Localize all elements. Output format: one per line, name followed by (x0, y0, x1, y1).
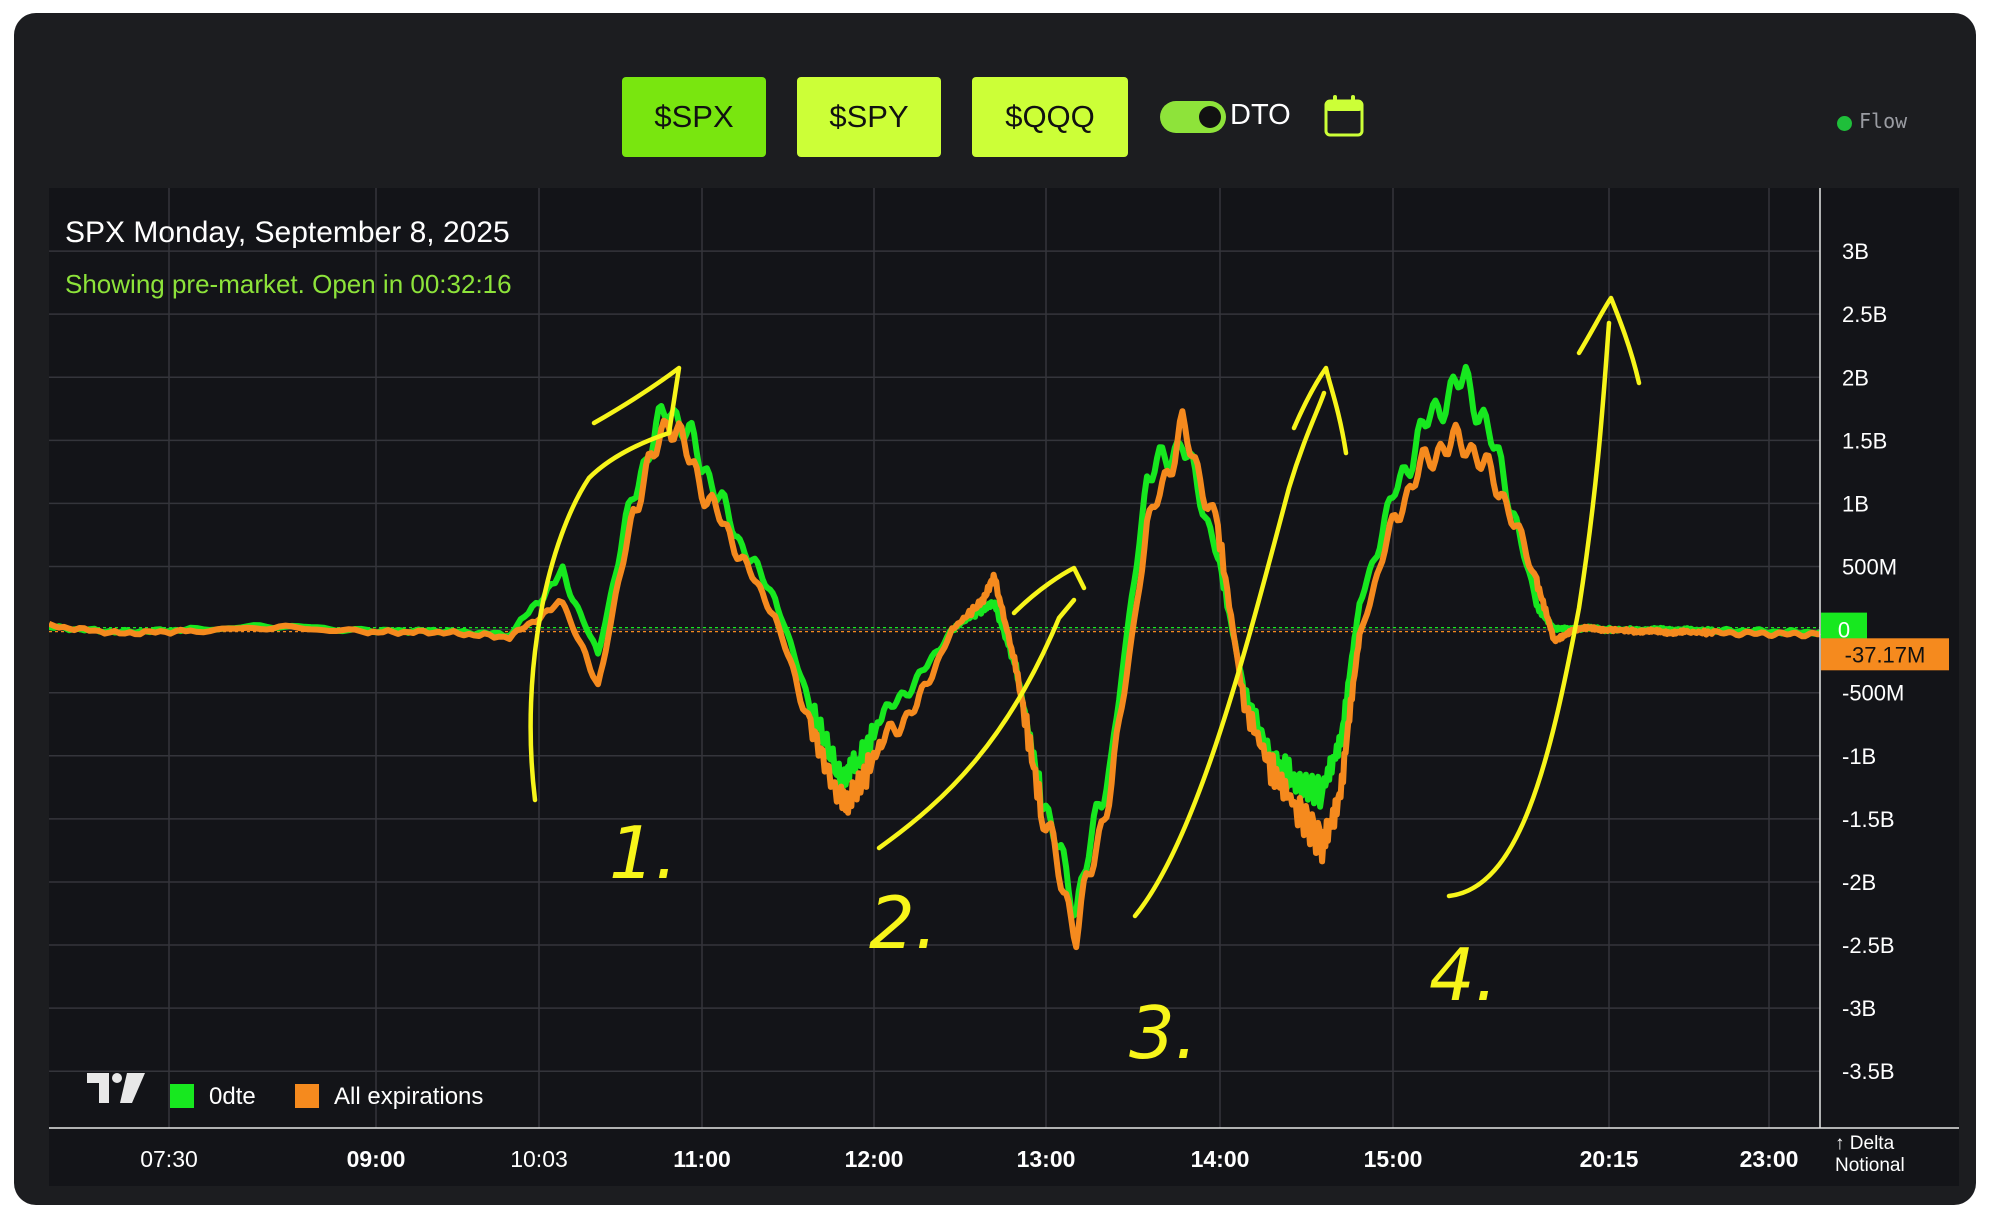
annotation-label-3: 3. (1129, 991, 1198, 1075)
legend-swatch-all-expirations (295, 1084, 319, 1108)
y-tick-label: 1.5B (1842, 428, 1887, 453)
y-tick-label: 500M (1842, 555, 1897, 580)
x-tick-label: 11:00 (673, 1146, 731, 1172)
y-tick-label: 2.5B (1842, 302, 1887, 327)
y-tick-label: 3B (1842, 239, 1869, 264)
spy-button[interactable]: $SPY (797, 77, 941, 157)
annotation-label-2: 2. (869, 881, 938, 965)
y-tick-label: -3.5B (1842, 1059, 1895, 1084)
x-tick-label: 10:03 (510, 1146, 568, 1172)
x-tick-label: 23:00 (1740, 1146, 1799, 1172)
chart-title: SPX Monday, September 8, 2025 (65, 216, 510, 249)
x-tick-label: 12:00 (845, 1146, 904, 1172)
y-tick-label: -1B (1842, 744, 1876, 769)
axis-label-line-1: ↑ Delta (1835, 1133, 1895, 1154)
dto-label: DTO (1230, 99, 1291, 131)
x-tick-label: 20:15 (1580, 1146, 1639, 1172)
axis-label-line-2: Notional (1835, 1155, 1905, 1176)
dto-toggle[interactable] (1160, 101, 1226, 133)
legend-label-all-expirations: All expirations (334, 1083, 483, 1110)
flow-label: Flow (1859, 109, 1908, 133)
x-tick-label: 14:00 (1191, 1146, 1250, 1172)
legend-swatch-0dte (170, 1084, 194, 1108)
y-tick-label: -500M (1842, 681, 1904, 706)
chart-subtitle: Showing pre-market. Open in 00:32:16 (65, 269, 512, 299)
app-frame: $SPX $SPY $QQQ DTO Flow 1. 2. 3. 4. SPX Mon… (14, 13, 1976, 1205)
y-tick-label: -2.5B (1842, 933, 1895, 958)
y-tick-label: 2B (1842, 365, 1869, 390)
annotation-label-4: 4. (1429, 933, 1498, 1017)
y-tick-label: -2B (1842, 870, 1876, 895)
last-value-label: -37.17M (1845, 642, 1926, 667)
calendar-icon[interactable] (1324, 95, 1364, 142)
annotation-label-1: 1. (609, 811, 678, 895)
legend-label-0dte: 0dte (209, 1083, 256, 1110)
qqq-button[interactable]: $QQQ (972, 77, 1128, 157)
y-tick-label: -1.5B (1842, 807, 1895, 832)
y-tick-label: 1B (1842, 491, 1869, 516)
flow-status-dot (1837, 116, 1852, 131)
chart-background (49, 188, 1959, 1186)
y-tick-label: -3B (1842, 996, 1876, 1021)
x-tick-label: 13:00 (1017, 1146, 1076, 1172)
x-tick-label: 09:00 (347, 1146, 406, 1172)
x-tick-label: 07:30 (140, 1146, 198, 1172)
x-tick-label: 15:00 (1364, 1146, 1423, 1172)
spx-button[interactable]: $SPX (622, 77, 766, 157)
dto-toggle-knob (1199, 106, 1221, 128)
chart: 1. 2. 3. 4. SPX Monday, September 8, 2025 S… (49, 188, 1959, 1186)
